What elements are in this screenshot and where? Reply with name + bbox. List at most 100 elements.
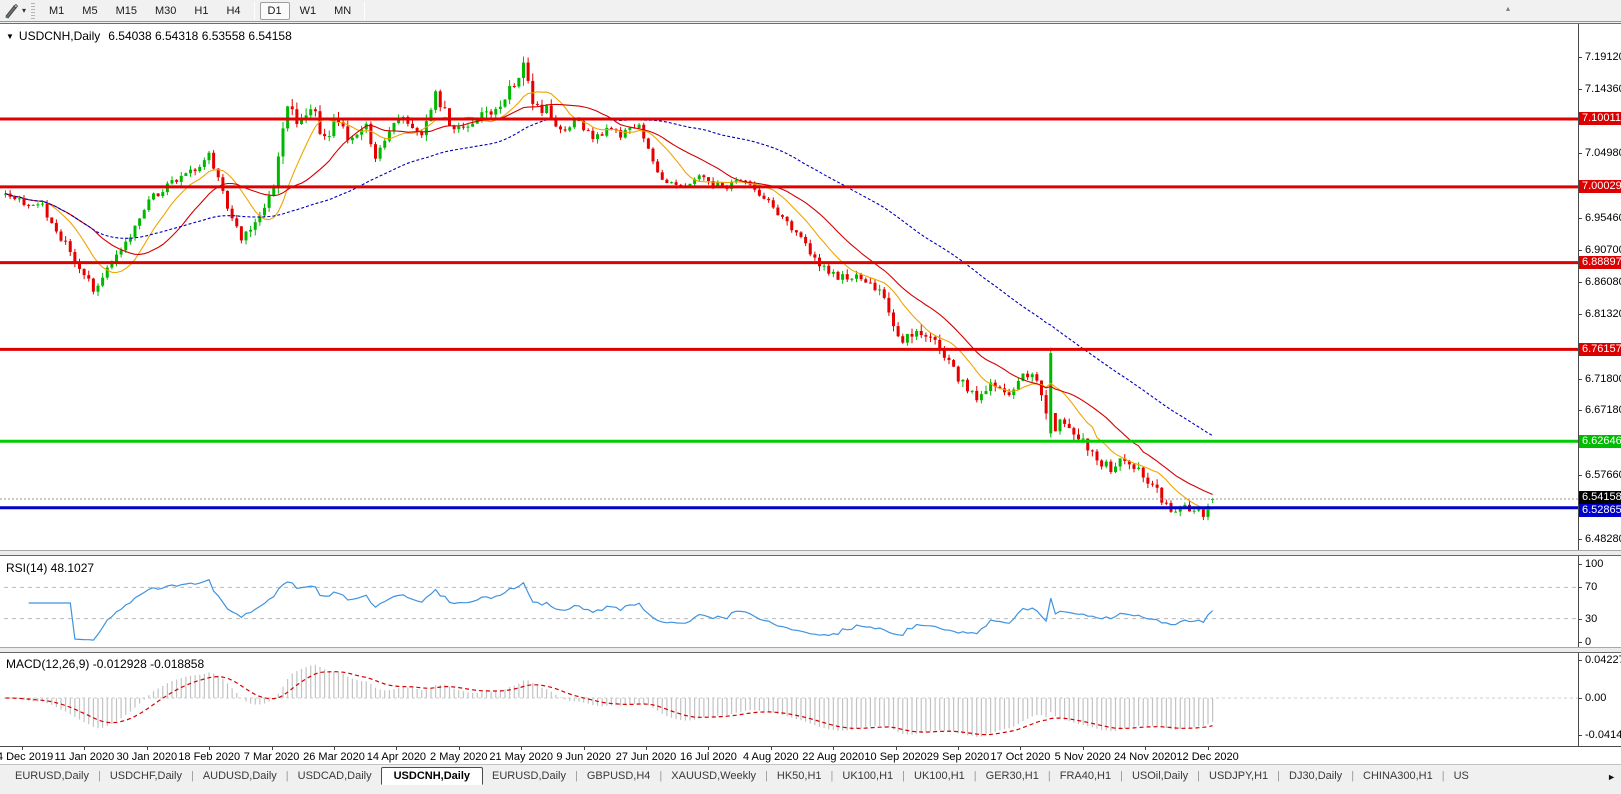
timeframe-button-M30[interactable]: M30 (147, 2, 184, 20)
chart-tab-usdjpy-h1[interactable]: USDJPY,H1 (1200, 768, 1277, 784)
sma-60-line (5, 117, 1213, 437)
price-tick (1578, 378, 1582, 380)
date-tick (146, 747, 148, 750)
chart-tab-us[interactable]: US (1445, 768, 1478, 784)
date-tick (521, 747, 523, 750)
macd-histogram (9, 664, 1214, 737)
chart-plot-area[interactable] (0, 24, 1578, 747)
date-label: 4 Aug 2020 (742, 751, 799, 763)
chart-tab-gbpusd-h4[interactable]: GBPUSD,H4 (578, 768, 660, 784)
date-tick (271, 747, 273, 750)
timeframe-button-H1[interactable]: H1 (186, 2, 216, 20)
chart-tab-bar: EURUSD,Daily | USDCHF,Daily | AUDUSD,Daily | U… (0, 764, 1621, 794)
date-tick (22, 747, 23, 750)
level-price-badge: 7.00029 (1579, 180, 1621, 194)
price-tick-label: 6.48280 (1585, 533, 1621, 545)
date-label: 27 Jun 2020 (615, 751, 677, 763)
timeframe-button-H4[interactable]: H4 (218, 2, 248, 20)
chart-tab-usdchf-daily[interactable]: USDCHF,Daily (101, 768, 191, 784)
chart-symbol-label: USDCNH,Daily (18, 29, 101, 43)
level-price-badge: 6.52865 (1579, 504, 1621, 518)
rsi-tick (1578, 564, 1582, 565)
toolbar-overflow-icon[interactable]: ▴ (1506, 4, 1510, 13)
data-window-caret-icon[interactable]: ▼ (6, 32, 14, 41)
chart-tab-audusd-daily[interactable]: AUDUSD,Daily (194, 768, 286, 784)
price-tick (1578, 89, 1582, 91)
chart-ohlc-values: 6.54038 6.54318 6.53558 6.54158 (108, 29, 292, 43)
chart-tab-ger30-h1[interactable]: GER30,H1 (977, 768, 1048, 784)
price-tick (1578, 475, 1582, 477)
price-tick (1578, 410, 1582, 412)
mt4-window: ▾ M1 M5 M15 M30 H1 H4 D1 W1 MN ▴ ▼ USDCNH,Daily 6.… (0, 0, 1621, 794)
date-tick (958, 747, 959, 750)
date-label: 24 Dec 2019 (0, 751, 54, 763)
price-tick-label: 6.67180 (1585, 404, 1621, 417)
timeframe-button-M1[interactable]: M1 (41, 2, 72, 20)
chart-tab-dj30-daily[interactable]: DJ30,Daily (1280, 768, 1351, 784)
cursor-tool-button[interactable]: ▾ (0, 2, 29, 20)
chart-tab-eurusd-daily[interactable]: EURUSD,Daily (6, 768, 98, 784)
macd-tick-label: -0.04148 (1585, 729, 1621, 742)
date-tick (708, 747, 710, 750)
price-tick (1578, 217, 1582, 219)
chart-tab-china300-h1[interactable]: CHINA300,H1 (1354, 768, 1442, 784)
date-label: 18 Feb 2020 (178, 751, 241, 763)
chart-tab-eurusd-daily[interactable]: EURUSD,Daily (483, 768, 575, 784)
timeframe-button-W1[interactable]: W1 (292, 2, 325, 20)
date-label: 14 Apr 2020 (366, 751, 427, 763)
date-tick (833, 747, 835, 750)
date-label: 21 May 2020 (489, 751, 553, 763)
chart-tab-uk100-h1[interactable]: UK100,H1 (833, 768, 902, 784)
price-tick-label: 6.71800 (1585, 372, 1621, 385)
date-label: 10 Sep 2020 (864, 751, 927, 763)
date-label: 17 Oct 2020 (990, 751, 1051, 763)
price-tick-label: 7.19120 (1585, 51, 1621, 63)
date-label: 26 Mar 2020 (303, 751, 365, 763)
tab-scroll-right-icon[interactable]: ► (1605, 772, 1618, 782)
timeframe-button-MN[interactable]: MN (326, 2, 359, 20)
date-label: 29 Sep 2020 (926, 751, 990, 763)
date-tick (895, 747, 897, 750)
time-axis-border (0, 746, 1621, 747)
date-tick (1082, 747, 1084, 750)
chart-tab-uk100-h1[interactable]: UK100,H1 (905, 768, 974, 784)
toolbar-separator (253, 1, 255, 20)
toolbar-grip[interactable] (31, 2, 36, 19)
date-label: 30 Jan 2020 (116, 751, 178, 763)
chart-tab-fra40-h1[interactable]: FRA40,H1 (1051, 768, 1120, 784)
top-toolbar: ▾ M1 M5 M15 M30 H1 H4 D1 W1 MN ▴ (0, 0, 1621, 22)
toolbar-separator (364, 1, 366, 20)
sma-10-line (5, 91, 1213, 510)
date-tick (458, 747, 460, 750)
macd-tick (1578, 735, 1582, 737)
date-tick (396, 747, 398, 750)
pane-splitter-macd[interactable] (0, 647, 1621, 653)
price-tick (1578, 314, 1582, 316)
date-label: 22 Aug 2020 (802, 751, 865, 763)
date-label: 5 Nov 2020 (1054, 751, 1111, 763)
rsi-tick-label: 100 (1585, 558, 1604, 570)
rsi-tick-label: 0 (1585, 636, 1592, 648)
price-tick-label: 6.95460 (1585, 211, 1621, 224)
date-tick (84, 747, 86, 750)
timeframe-button-D1[interactable]: D1 (259, 1, 290, 20)
date-tick (1207, 747, 1209, 750)
price-tick-label: 6.57660 (1585, 469, 1621, 482)
chart-tab-usdcnh-daily[interactable]: USDCNH,Daily (380, 767, 484, 785)
chart-window: ▼ USDCNH,Daily 6.54038 6.54318 6.53558 6.5… (0, 23, 1621, 764)
rsi-tick-label: 70 (1585, 581, 1598, 594)
date-label: 7 Mar 2020 (243, 751, 300, 763)
timeframe-button-M15[interactable]: M15 (108, 2, 145, 20)
date-tick (1145, 747, 1147, 750)
chart-tab-hk50-h1[interactable]: HK50,H1 (768, 768, 831, 784)
macd-indicator-label: MACD(12,26,9) -0.012928 -0.018858 (6, 657, 205, 671)
macd-tick (1578, 660, 1582, 662)
chart-tab-xauusd-weekly[interactable]: XAUUSD,Weekly (662, 768, 765, 784)
chart-tab-usdcad-daily[interactable]: USDCAD,Daily (289, 768, 381, 784)
timeframe-toolbar: M1 M5 M15 M30 H1 H4 D1 W1 MN (40, 1, 369, 20)
rsi-tick (1578, 587, 1582, 589)
timeframe-button-M5[interactable]: M5 (74, 2, 105, 20)
chart-tab-usoil-daily[interactable]: USOil,Daily (1123, 768, 1197, 784)
pane-splitter-rsi[interactable] (0, 550, 1621, 556)
price-axis-border (1578, 24, 1579, 747)
